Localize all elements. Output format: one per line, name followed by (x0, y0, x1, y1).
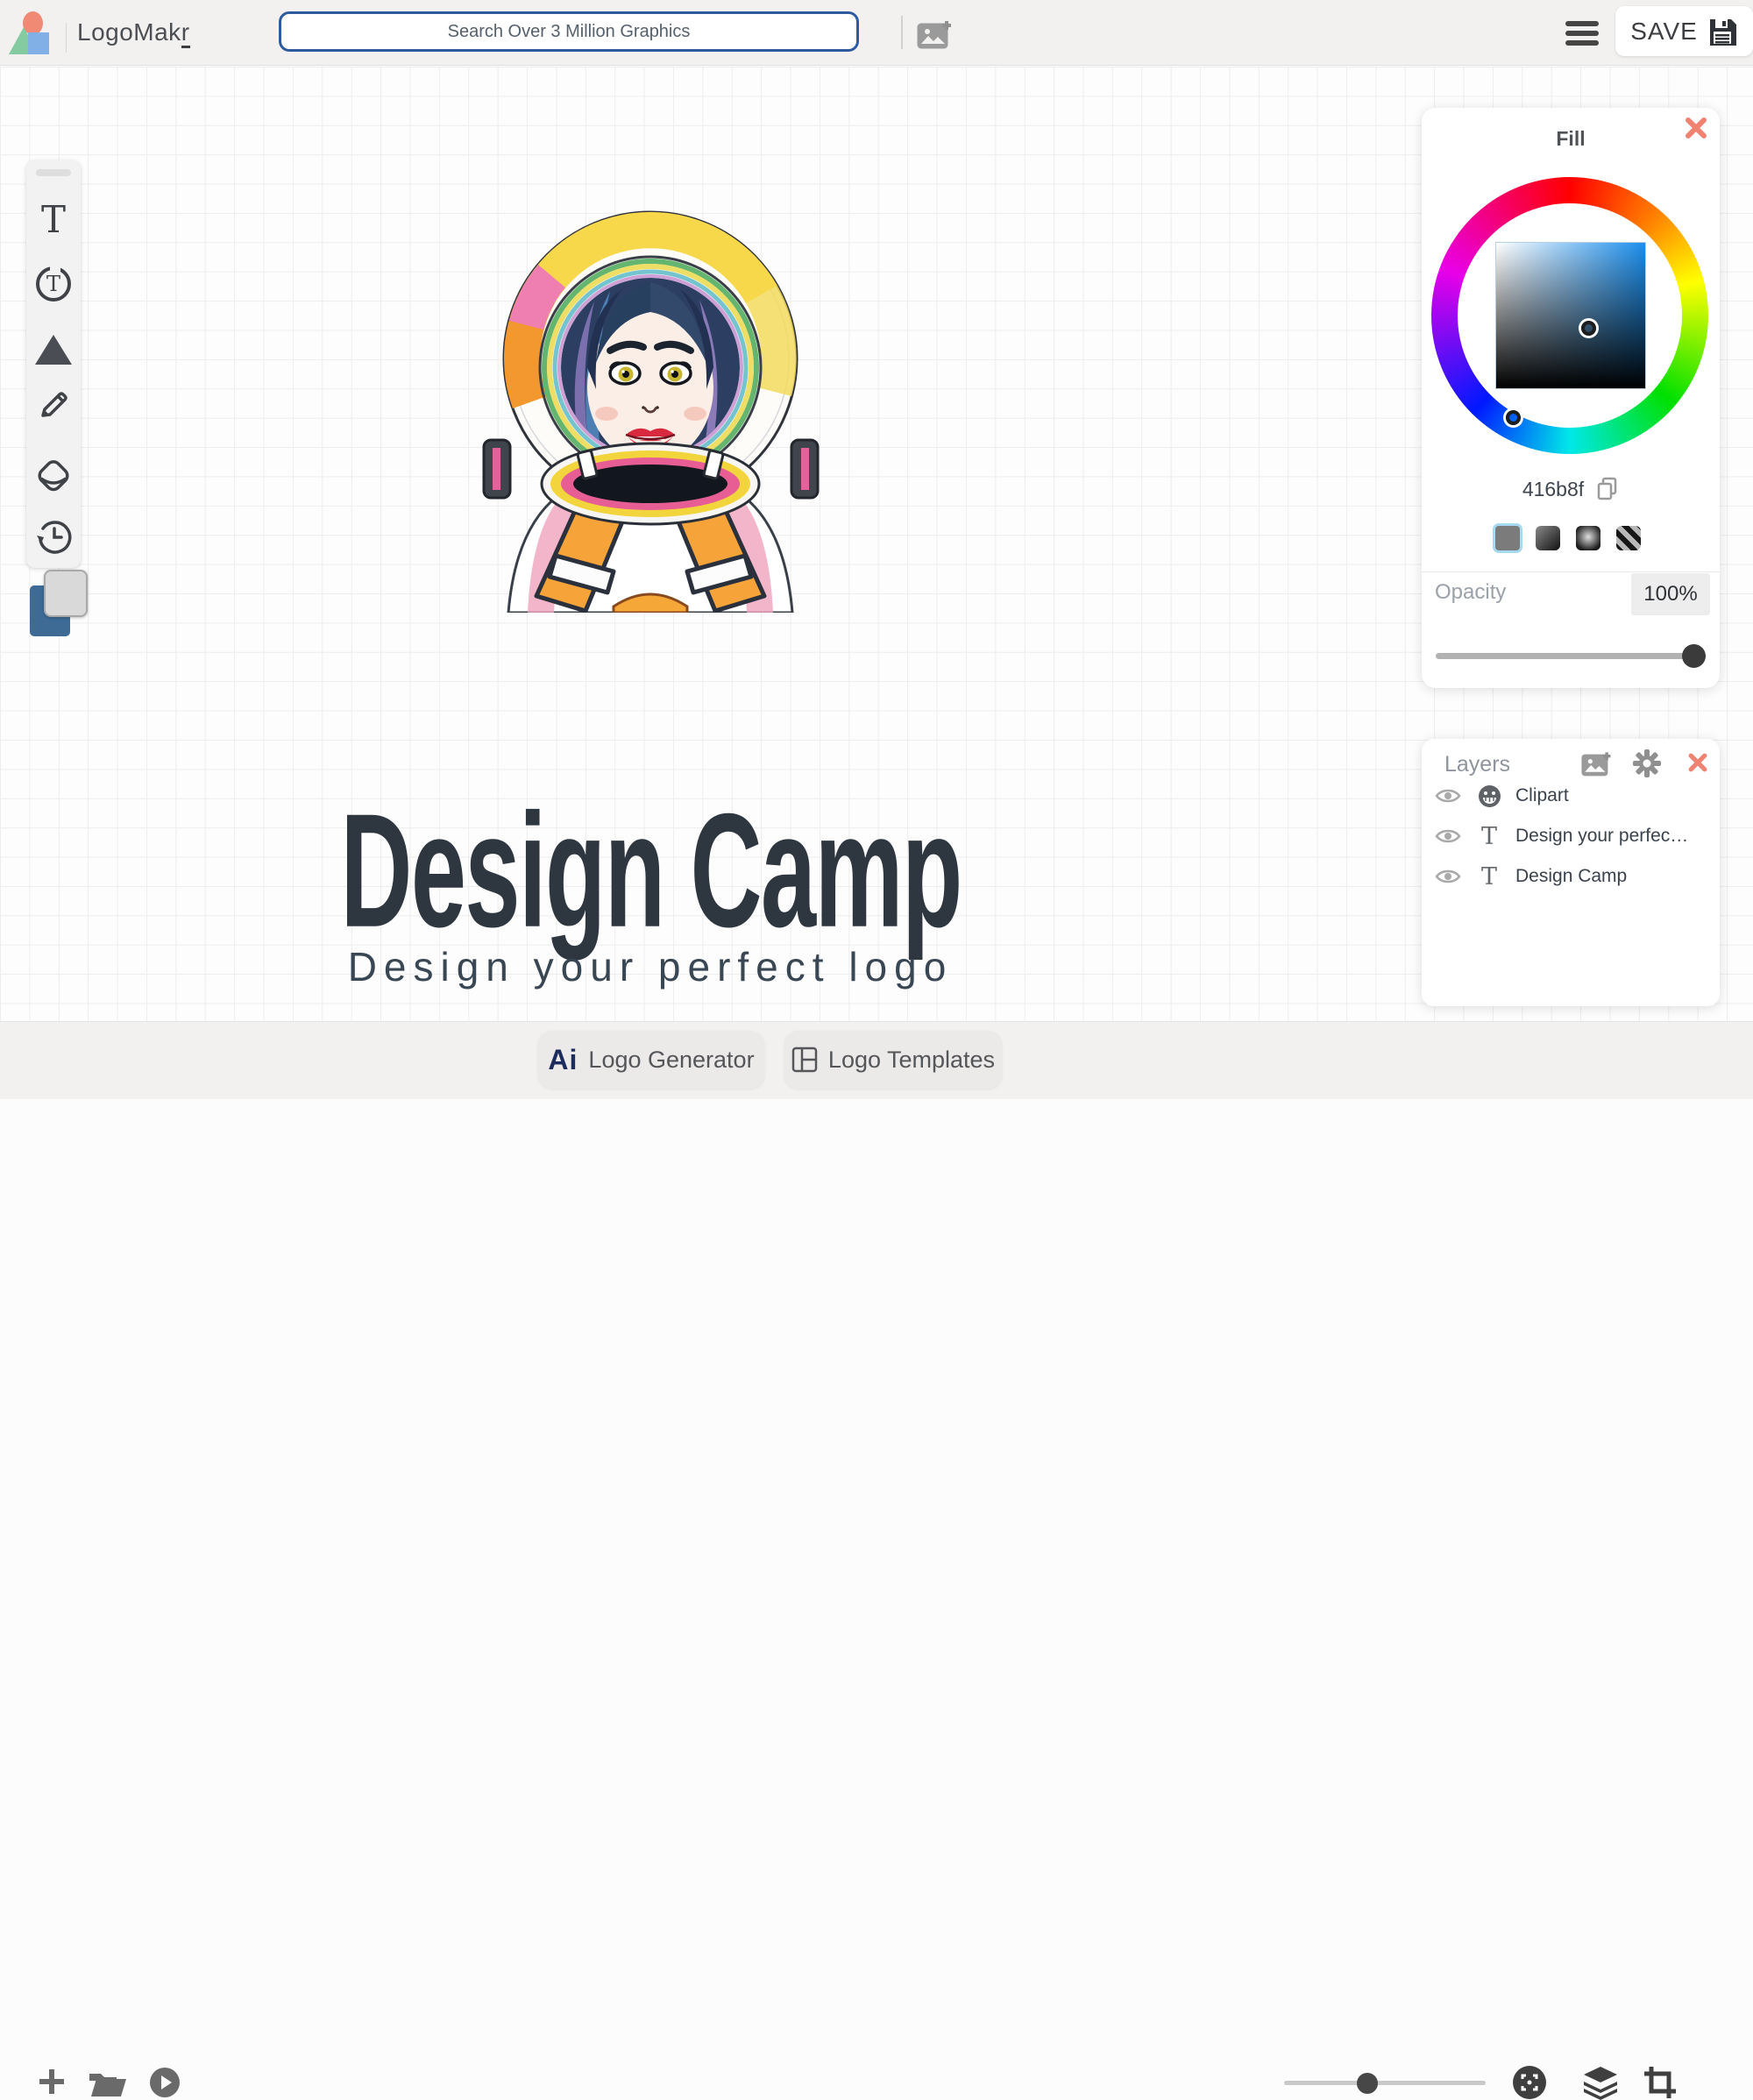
zoom-slider-track[interactable] (1284, 2081, 1486, 2085)
fill-panel: Fill 416b8f Opacity 100% (1422, 108, 1720, 688)
layers-panel-close-icon[interactable] (1686, 751, 1709, 774)
clipart-astronaut-image[interactable] (482, 188, 820, 613)
layers-panel: Layers Clipart T Design your perfec… T D… (1422, 739, 1720, 1006)
canvas-text-title[interactable]: Design Camp (340, 790, 962, 953)
add-image-icon[interactable] (917, 18, 954, 51)
tutorial-play-icon[interactable] (149, 2067, 181, 2098)
fill-type-linear-gradient[interactable] (1536, 526, 1560, 550)
new-design-plus-icon[interactable] (37, 2067, 67, 2096)
logo-templates-button[interactable]: Logo Templates (784, 1031, 1002, 1089)
layer-row-text-title[interactable]: T Design Camp (1422, 858, 1720, 895)
bottom-bar: Ai Logo Generator Logo Templates (0, 1021, 1753, 2100)
top-bar: LogoMakr SAVE (0, 0, 1753, 66)
zoom-slider-knob[interactable] (1357, 2073, 1378, 2094)
curved-text-icon: T (36, 265, 71, 302)
layer-label: Design your perfec… (1515, 826, 1689, 846)
copy-icon[interactable] (1596, 477, 1619, 501)
toolbar-drag-handle[interactable] (36, 169, 71, 176)
search-input[interactable] (279, 11, 859, 52)
logo-square-shape (28, 32, 49, 54)
logo-generator-label: Logo Generator (588, 1046, 755, 1073)
add-image-icon[interactable] (1581, 749, 1613, 777)
open-folder-icon[interactable] (88, 2068, 128, 2098)
floppy-disk-icon (1709, 18, 1736, 46)
text-layer-icon: T (1480, 822, 1497, 850)
brand-prefix: LogoMak (77, 18, 181, 46)
shapes-tool[interactable] (26, 327, 81, 372)
history-tool[interactable] (26, 514, 81, 559)
pencil-icon (41, 392, 67, 417)
clipart-grin-icon (1477, 784, 1501, 808)
visibility-eye-icon[interactable] (1435, 786, 1461, 805)
eraser-tool[interactable] (26, 452, 81, 498)
brand-title[interactable]: LogoMakr (77, 18, 190, 48)
text-tool-icon: T (40, 198, 66, 241)
eraser-icon (38, 460, 69, 492)
logo-templates-label: Logo Templates (827, 1046, 996, 1073)
text-layer-icon: T (1480, 862, 1497, 890)
fill-panel-title: Fill (1556, 127, 1586, 150)
layer-row-text-subtitle[interactable]: T Design your perfec… (1422, 818, 1720, 855)
color-swatch-pair[interactable] (30, 570, 89, 642)
layer-row-clipart[interactable]: Clipart (1422, 777, 1720, 814)
opacity-slider-track[interactable] (1436, 653, 1706, 659)
layer-label: Clipart (1515, 785, 1569, 805)
fill-color-swatch[interactable] (44, 570, 88, 617)
ai-icon: Ai (548, 1043, 578, 1075)
zoom-slider[interactable] (1284, 2067, 1486, 2098)
triangle-icon (35, 335, 72, 365)
brand-suffix: r (181, 18, 190, 48)
left-toolbar: T T (26, 160, 81, 568)
layer-label: Design Camp (1515, 866, 1628, 886)
divider (1422, 571, 1720, 572)
layers-settings-gear-icon[interactable] (1632, 748, 1662, 778)
center-view-icon[interactable] (1512, 2065, 1547, 2100)
opacity-slider-knob[interactable] (1682, 644, 1706, 668)
visibility-eye-icon[interactable] (1435, 867, 1461, 886)
opacity-label: Opacity (1435, 580, 1507, 604)
text-tool[interactable]: T (26, 197, 81, 243)
divider (901, 16, 903, 49)
opacity-slider[interactable] (1436, 641, 1706, 670)
history-clock-icon (37, 521, 72, 554)
fill-type-row (1495, 526, 1671, 550)
crop-icon[interactable] (1643, 2065, 1678, 2100)
fill-type-solid[interactable] (1495, 526, 1520, 550)
curved-text-tool[interactable]: T (26, 261, 81, 307)
divider (66, 23, 67, 53)
save-button[interactable]: SAVE (1615, 6, 1753, 56)
hex-color-value[interactable]: 416b8f (1522, 478, 1584, 501)
layers-panel-title: Layers (1444, 752, 1511, 777)
draw-tool[interactable] (26, 382, 81, 428)
hue-picker-knob[interactable] (1506, 410, 1521, 425)
logomakr-logo-icon[interactable] (9, 9, 57, 57)
saturation-picker-knob[interactable] (1581, 321, 1596, 336)
opacity-value[interactable]: 100% (1631, 573, 1710, 615)
saturation-value-square[interactable] (1495, 242, 1646, 389)
layers-stack-icon[interactable] (1582, 2065, 1619, 2100)
fill-type-pattern[interactable] (1616, 526, 1641, 550)
logo-generator-button[interactable]: Ai Logo Generator (538, 1031, 764, 1089)
hex-row: 416b8f (1422, 477, 1720, 501)
canvas-text-subtitle[interactable]: Design your perfect logo (263, 943, 1038, 990)
save-label: SAVE (1630, 17, 1698, 45)
hamburger-menu-icon[interactable] (1565, 21, 1599, 46)
templates-icon (791, 1046, 818, 1073)
visibility-eye-icon[interactable] (1435, 827, 1461, 846)
fill-type-radial-gradient[interactable] (1576, 526, 1600, 550)
